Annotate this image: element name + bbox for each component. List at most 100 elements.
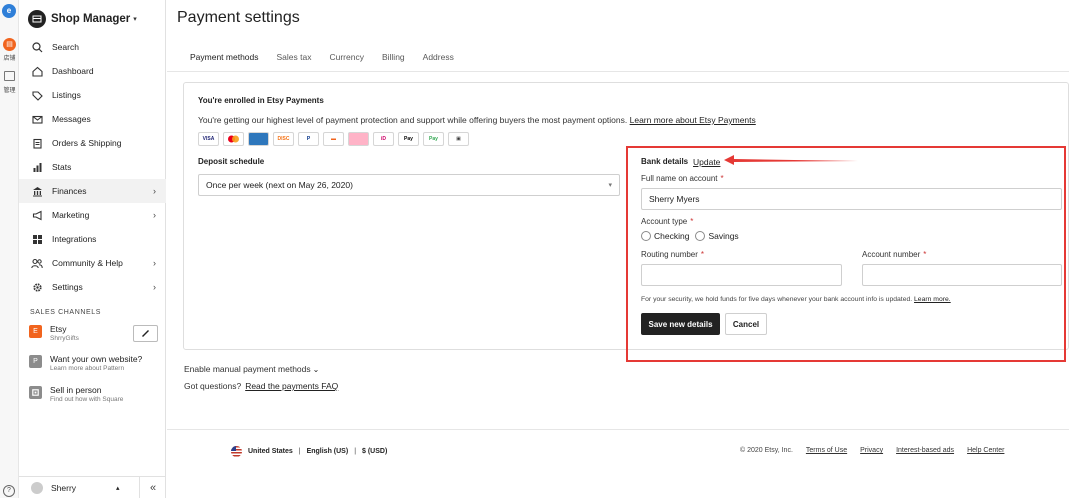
channel-etsy[interactable]: E Etsy ShrryGifts bbox=[29, 324, 79, 342]
avatar bbox=[31, 481, 43, 494]
full-name-input[interactable]: Sherry Myers bbox=[641, 188, 1062, 210]
update-bank-details-link[interactable]: Update bbox=[693, 157, 720, 167]
sidebar: Shop Manager ▾ Search Dashboard Listings… bbox=[19, 0, 166, 498]
tab-address[interactable]: Address bbox=[423, 52, 454, 62]
cancel-button[interactable]: Cancel bbox=[725, 313, 767, 335]
deposit-schedule-label: Deposit schedule bbox=[198, 157, 265, 166]
payments-description: You're getting our highest level of paym… bbox=[198, 115, 756, 125]
tab-sales-tax[interactable]: Sales tax bbox=[277, 52, 312, 62]
home-icon bbox=[31, 65, 43, 77]
sidebar-item-listings[interactable]: Listings bbox=[19, 83, 166, 107]
checking-radio[interactable] bbox=[641, 231, 651, 241]
paypal-icon: P bbox=[298, 132, 319, 146]
user-menu[interactable]: Sherry ▴ « bbox=[19, 476, 166, 498]
ideal-icon: iD bbox=[373, 132, 394, 146]
account-type-radios: Checking Savings bbox=[641, 231, 745, 241]
manage-icon[interactable] bbox=[4, 71, 15, 81]
sidebar-item-marketing[interactable]: Marketing › bbox=[19, 203, 166, 227]
chevron-down-icon: ▾ bbox=[133, 16, 137, 23]
mastercard-icon bbox=[223, 132, 244, 146]
sidebar-item-messages[interactable]: Messages bbox=[19, 107, 166, 131]
klarna-icon bbox=[348, 132, 369, 146]
store-label: 店铺 bbox=[3, 56, 16, 62]
megaphone-icon bbox=[31, 209, 43, 221]
tab-currency[interactable]: Currency bbox=[329, 52, 363, 62]
payment-icons: VISA DISC P ▬ iD Pay Pay ▣ bbox=[198, 132, 473, 146]
sidebar-item-dashboard[interactable]: Dashboard bbox=[19, 59, 166, 83]
channel-title: Etsy bbox=[50, 324, 67, 334]
deposit-schedule-select[interactable]: Once per week (next on May 26, 2020) ▾ bbox=[198, 174, 620, 196]
apple-pay-icon: Pay bbox=[398, 132, 419, 146]
sidebar-item-settings[interactable]: Settings › bbox=[19, 275, 166, 299]
bank-icon bbox=[31, 185, 43, 197]
required-mark: * bbox=[700, 250, 705, 259]
routing-number-label: Routing number * bbox=[641, 250, 704, 259]
checking-label[interactable]: Checking bbox=[654, 231, 689, 241]
discover-icon: DISC bbox=[273, 132, 294, 146]
copyright: © 2020 Etsy, Inc. bbox=[740, 447, 793, 454]
help-icon[interactable]: ? bbox=[3, 485, 15, 497]
shop-manager-menu[interactable]: Shop Manager ▾ bbox=[28, 9, 137, 29]
full-name-value: Sherry Myers bbox=[649, 194, 700, 204]
account-number-input[interactable] bbox=[862, 264, 1062, 286]
google-pay-icon: Pay bbox=[423, 132, 444, 146]
payments-faq-link[interactable]: Read the payments FAQ bbox=[245, 381, 338, 391]
chevron-right-icon: › bbox=[153, 186, 156, 196]
annotation-arrow-icon bbox=[724, 155, 858, 165]
tab-billing[interactable]: Billing bbox=[382, 52, 405, 62]
sidebar-item-label: Finances bbox=[52, 186, 87, 196]
sidebar-item-finances[interactable]: Finances › bbox=[19, 179, 166, 203]
chevron-down-icon: ▾ bbox=[608, 182, 612, 189]
questions-text: Got questions? bbox=[184, 381, 242, 391]
collapse-sidebar-button[interactable]: « bbox=[139, 477, 166, 498]
sidebar-item-label: Dashboard bbox=[52, 66, 94, 76]
sidebar-item-stats[interactable]: Stats bbox=[19, 155, 166, 179]
chevron-up-icon: ▴ bbox=[116, 484, 120, 492]
page-title: Payment settings bbox=[177, 9, 300, 26]
pattern-badge-icon: P bbox=[29, 355, 42, 368]
privacy-link[interactable]: Privacy bbox=[860, 447, 883, 454]
sidebar-item-integrations[interactable]: Integrations bbox=[19, 227, 166, 251]
deposit-schedule-value: Once per week (next on May 26, 2020) bbox=[206, 180, 353, 190]
required-mark: * bbox=[690, 217, 694, 226]
account-number-label: Account number * bbox=[862, 250, 926, 259]
manage-label: 管理 bbox=[3, 88, 16, 94]
search-icon bbox=[31, 41, 43, 53]
interest-based-ads-link[interactable]: Interest-based ads bbox=[896, 447, 954, 454]
enable-manual-payment-methods-toggle[interactable]: Enable manual payment methods ⌄ bbox=[184, 364, 319, 374]
channel-pattern[interactable]: P Want your own website? Learn more abou… bbox=[29, 354, 142, 372]
footer-links: © 2020 Etsy, Inc. Terms of Use Privacy I… bbox=[740, 447, 1004, 454]
visa-icon: VISA bbox=[198, 132, 219, 146]
store-icon[interactable]: ▤ bbox=[3, 38, 16, 51]
chevron-right-icon: › bbox=[153, 258, 156, 268]
security-learn-more-link[interactable]: Learn more. bbox=[914, 296, 951, 303]
channel-subtitle: Learn more about Pattern bbox=[50, 365, 125, 372]
help-center-link[interactable]: Help Center bbox=[967, 447, 1004, 454]
routing-number-input[interactable] bbox=[641, 264, 842, 286]
label-text: Full name on account bbox=[641, 174, 718, 183]
tab-payment-methods[interactable]: Payment methods bbox=[190, 52, 259, 62]
locale-settings[interactable]: United States | English (US) | $ (USD) bbox=[231, 446, 387, 457]
sales-channels-heading: SALES CHANNELS bbox=[30, 309, 102, 316]
save-new-details-button[interactable]: Save new details bbox=[641, 313, 720, 335]
sidebar-item-community-help[interactable]: Community & Help › bbox=[19, 251, 166, 275]
terms-of-use-link[interactable]: Terms of Use bbox=[806, 447, 847, 454]
sofort-icon: ▣ bbox=[448, 132, 469, 146]
sidebar-item-label: Search bbox=[52, 42, 79, 52]
savings-radio[interactable] bbox=[695, 231, 706, 241]
chevron-down-icon: ⌄ bbox=[312, 365, 320, 374]
required-mark: * bbox=[720, 174, 724, 183]
learn-more-etsy-payments-link[interactable]: Learn more about Etsy Payments bbox=[630, 115, 756, 125]
clipboard-icon bbox=[31, 137, 43, 149]
savings-label[interactable]: Savings bbox=[708, 231, 738, 241]
sidebar-item-search[interactable]: Search bbox=[19, 35, 166, 59]
channel-square[interactable]: Sell in person Find out how with Square bbox=[29, 385, 123, 403]
label-text: Routing number bbox=[641, 250, 698, 259]
us-flag-icon bbox=[231, 446, 242, 457]
sidebar-item-orders-shipping[interactable]: Orders & Shipping bbox=[19, 131, 166, 155]
footer-divider bbox=[167, 429, 1069, 430]
etsy-badge-icon: E bbox=[29, 325, 42, 338]
app-logo-icon[interactable]: e bbox=[2, 4, 16, 18]
manual-methods-text: Enable manual payment methods bbox=[184, 364, 311, 374]
edit-channel-button[interactable] bbox=[133, 325, 158, 342]
